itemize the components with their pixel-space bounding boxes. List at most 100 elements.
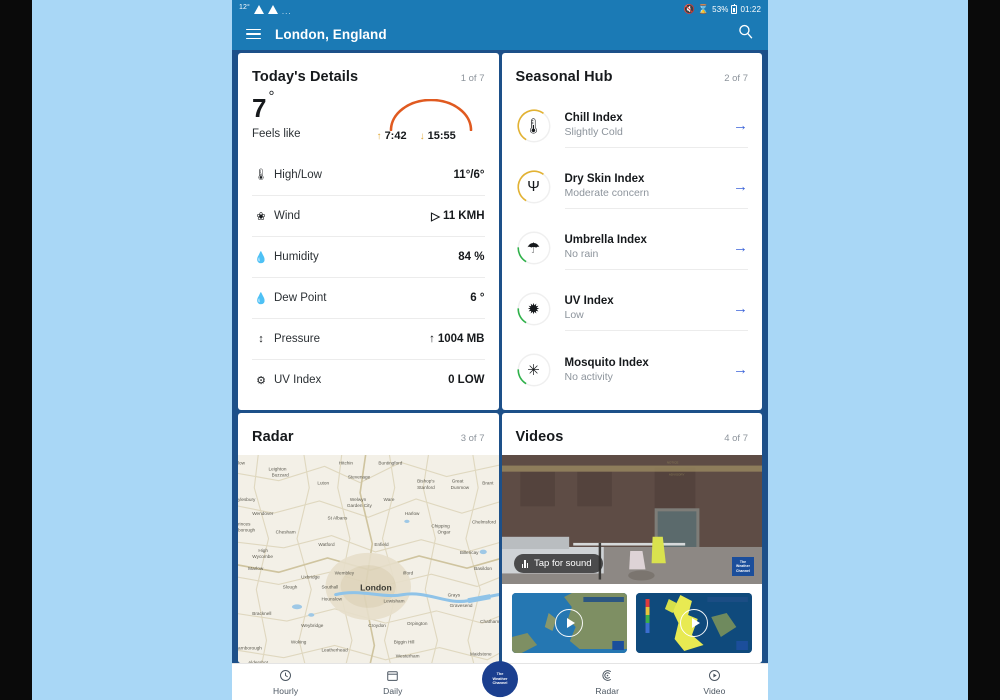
- svg-text:Bishop's: Bishop's: [417, 479, 435, 484]
- status-bar-right: 🔇 ⌛ 53% 01:22: [684, 3, 761, 14]
- list-item[interactable]: ✹ UV Index Low →: [502, 278, 763, 339]
- table-row[interactable]: 💧 Dew Point 6 °: [252, 277, 485, 318]
- svg-text:rinces: rinces: [238, 521, 251, 526]
- status-temp: 12°: [239, 3, 250, 11]
- card-seasonal-hub[interactable]: Seasonal Hub 2 of 7 🌡 Chill Index Slight…: [501, 53, 763, 410]
- play-icon[interactable]: [555, 609, 584, 637]
- nav-label: Hourly: [273, 685, 299, 696]
- svg-text:Great: Great: [452, 479, 464, 484]
- row-value: 11°/6°: [453, 168, 485, 181]
- video-thumbnail-1[interactable]: [511, 593, 628, 653]
- svg-text:Bracknell: Bracknell: [252, 611, 271, 616]
- card-header: Seasonal Hub 2 of 7: [502, 53, 763, 95]
- screen-root: 12° ... 🔇 ⌛ 53% 01:22 London, England To…: [0, 0, 1000, 700]
- svg-text:Wembley: Wembley: [335, 570, 355, 575]
- progress-ring: Ψ: [516, 169, 552, 205]
- nav-label: Daily: [383, 685, 403, 696]
- radar-map[interactable]: Bletchley Toswick Anesley Weeden low Hit…: [238, 455, 499, 663]
- hamburger-menu-icon[interactable]: [246, 28, 261, 40]
- status-bar-left: 12° ...: [239, 3, 292, 16]
- table-row[interactable]: ⚙ UV Index 0 LOW: [252, 359, 485, 400]
- arrow-right-icon[interactable]: →: [725, 239, 748, 256]
- details-row-list: 🌡 High/Low 11°/6° ❀ Wind ▷ 11 KMH 💧 Humid…: [238, 154, 499, 406]
- table-row[interactable]: 💧 Humidity 84 %: [252, 236, 485, 277]
- svg-text:Harlow: Harlow: [405, 511, 420, 516]
- list-item[interactable]: ✳ Mosquito Index No activity →: [502, 339, 763, 400]
- svg-text:Orpington: Orpington: [407, 621, 428, 626]
- arrow-right-icon[interactable]: →: [725, 117, 748, 134]
- svg-text:low: low: [238, 460, 246, 465]
- video-thumbnail-2[interactable]: [636, 593, 752, 653]
- card-todays-details[interactable]: Today's Details 1 of 7 7 ° Feels like ↑ …: [238, 53, 499, 410]
- temp-wrap: 7 ° Feels like: [252, 89, 301, 140]
- play-circle-icon: [708, 669, 721, 684]
- svg-text:Uxbridge: Uxbridge: [301, 574, 320, 579]
- svg-text:Westerham: Westerham: [396, 654, 420, 659]
- arrow-right-icon[interactable]: →: [725, 361, 748, 378]
- play-icon[interactable]: [680, 609, 709, 637]
- list-item[interactable]: 🌡 Chill Index Slightly Cold →: [502, 95, 763, 156]
- sunrise-time: 7:42: [384, 130, 407, 142]
- nav-item-daily[interactable]: Daily: [339, 669, 446, 696]
- svg-text:Leatherhead: Leatherhead: [321, 648, 348, 653]
- list-item[interactable]: ☂ Umbrella Index No rain →: [502, 217, 763, 278]
- svg-text:Buntingford: Buntingford: [378, 460, 402, 465]
- location-title[interactable]: London, England: [275, 27, 387, 42]
- table-row[interactable]: ↕ Pressure ↑ 1004 MB: [252, 318, 485, 359]
- svg-text:Grays: Grays: [448, 593, 461, 598]
- svg-text:Chesham: Chesham: [276, 530, 296, 535]
- svg-text:Weybridge: Weybridge: [301, 623, 324, 628]
- card-videos[interactable]: Videos 4 of 7 NOTICE WARNING ADVISORY Ta…: [501, 413, 762, 663]
- card-counter: 1 of 7: [460, 73, 485, 84]
- nav-item-video[interactable]: Video: [661, 669, 768, 696]
- weather-channel-logo-icon[interactable]: The Weather Channel: [482, 661, 518, 698]
- svg-text:ADVISORY: ADVISORY: [668, 473, 684, 477]
- hourglass-icon: ⌛: [697, 3, 710, 14]
- svg-text:High: High: [258, 548, 268, 553]
- index-name: Chill Index: [564, 112, 623, 124]
- svg-text:Ongar: Ongar: [437, 530, 450, 535]
- temperature-block: 7 ° Feels like ↑ 7:42 ↓ 15:55: [238, 89, 499, 154]
- table-row[interactable]: ❀ Wind ▷ 11 KMH: [252, 195, 485, 236]
- seasonal-index-list: 🌡 Chill Index Slightly Cold → Ψ Dry Skin…: [502, 95, 763, 404]
- battery-icon: [731, 3, 738, 14]
- list-item[interactable]: Ψ Dry Skin Index Moderate concern →: [502, 156, 763, 217]
- svg-text:Basildon: Basildon: [474, 566, 492, 571]
- svg-text:Leighton: Leighton: [269, 466, 287, 471]
- video-player[interactable]: NOTICE WARNING ADVISORY Tap for sound Th…: [501, 455, 762, 584]
- svg-text:Stanford: Stanford: [417, 485, 435, 490]
- row-label: Dew Point: [274, 292, 327, 304]
- arrow-right-icon[interactable]: →: [725, 178, 748, 195]
- svg-text:Slough: Slough: [283, 585, 298, 590]
- svg-text:Enfield: Enfield: [374, 542, 389, 547]
- table-row[interactable]: 🌡 High/Low 11°/6°: [252, 154, 485, 195]
- list-item-body: Mosquito Index No activity →: [565, 348, 749, 392]
- tap-for-sound-button[interactable]: Tap for sound: [513, 554, 603, 573]
- sun-times: ↑ 7:42 ↓ 15:55: [377, 130, 485, 142]
- nav-label: Video: [703, 685, 726, 696]
- phone-viewport: 12° ... 🔇 ⌛ 53% 01:22 London, England To…: [232, 0, 768, 700]
- svg-text:Billericay: Billericay: [460, 550, 479, 555]
- nav-label: Radar: [595, 685, 620, 696]
- card-grid: Today's Details 1 of 7 7 ° Feels like ↑ …: [232, 50, 768, 663]
- list-item-body: UV Index Low →: [564, 286, 748, 331]
- nav-item-hourly[interactable]: Hourly: [232, 669, 339, 696]
- svg-text:Hitchin: Hitchin: [339, 460, 354, 465]
- search-icon[interactable]: [737, 23, 754, 45]
- card-counter: 2 of 7: [724, 73, 748, 84]
- tap-for-sound-label: Tap for sound: [534, 558, 592, 569]
- dew-point-icon: 💧: [254, 292, 268, 305]
- arrow-right-icon[interactable]: →: [725, 300, 748, 317]
- degree-symbol: °: [268, 88, 275, 106]
- umbrella-icon: ☂: [526, 239, 541, 257]
- card-title: Seasonal Hub: [515, 69, 613, 85]
- card-radar[interactable]: Radar 3 of 7 low Hitchin Buntingford Lei…: [238, 413, 499, 663]
- nav-item-radar[interactable]: Radar: [554, 669, 661, 696]
- sunset-time: 15:55: [427, 130, 456, 142]
- row-label: UV Index: [274, 374, 322, 386]
- thermometer-icon: 🌡: [254, 169, 268, 181]
- svg-text:Watford: Watford: [318, 542, 335, 547]
- uv-index-icon: ⚙: [256, 374, 266, 387]
- pressure-icon: ↕: [258, 333, 264, 345]
- equalizer-icon: [521, 559, 528, 568]
